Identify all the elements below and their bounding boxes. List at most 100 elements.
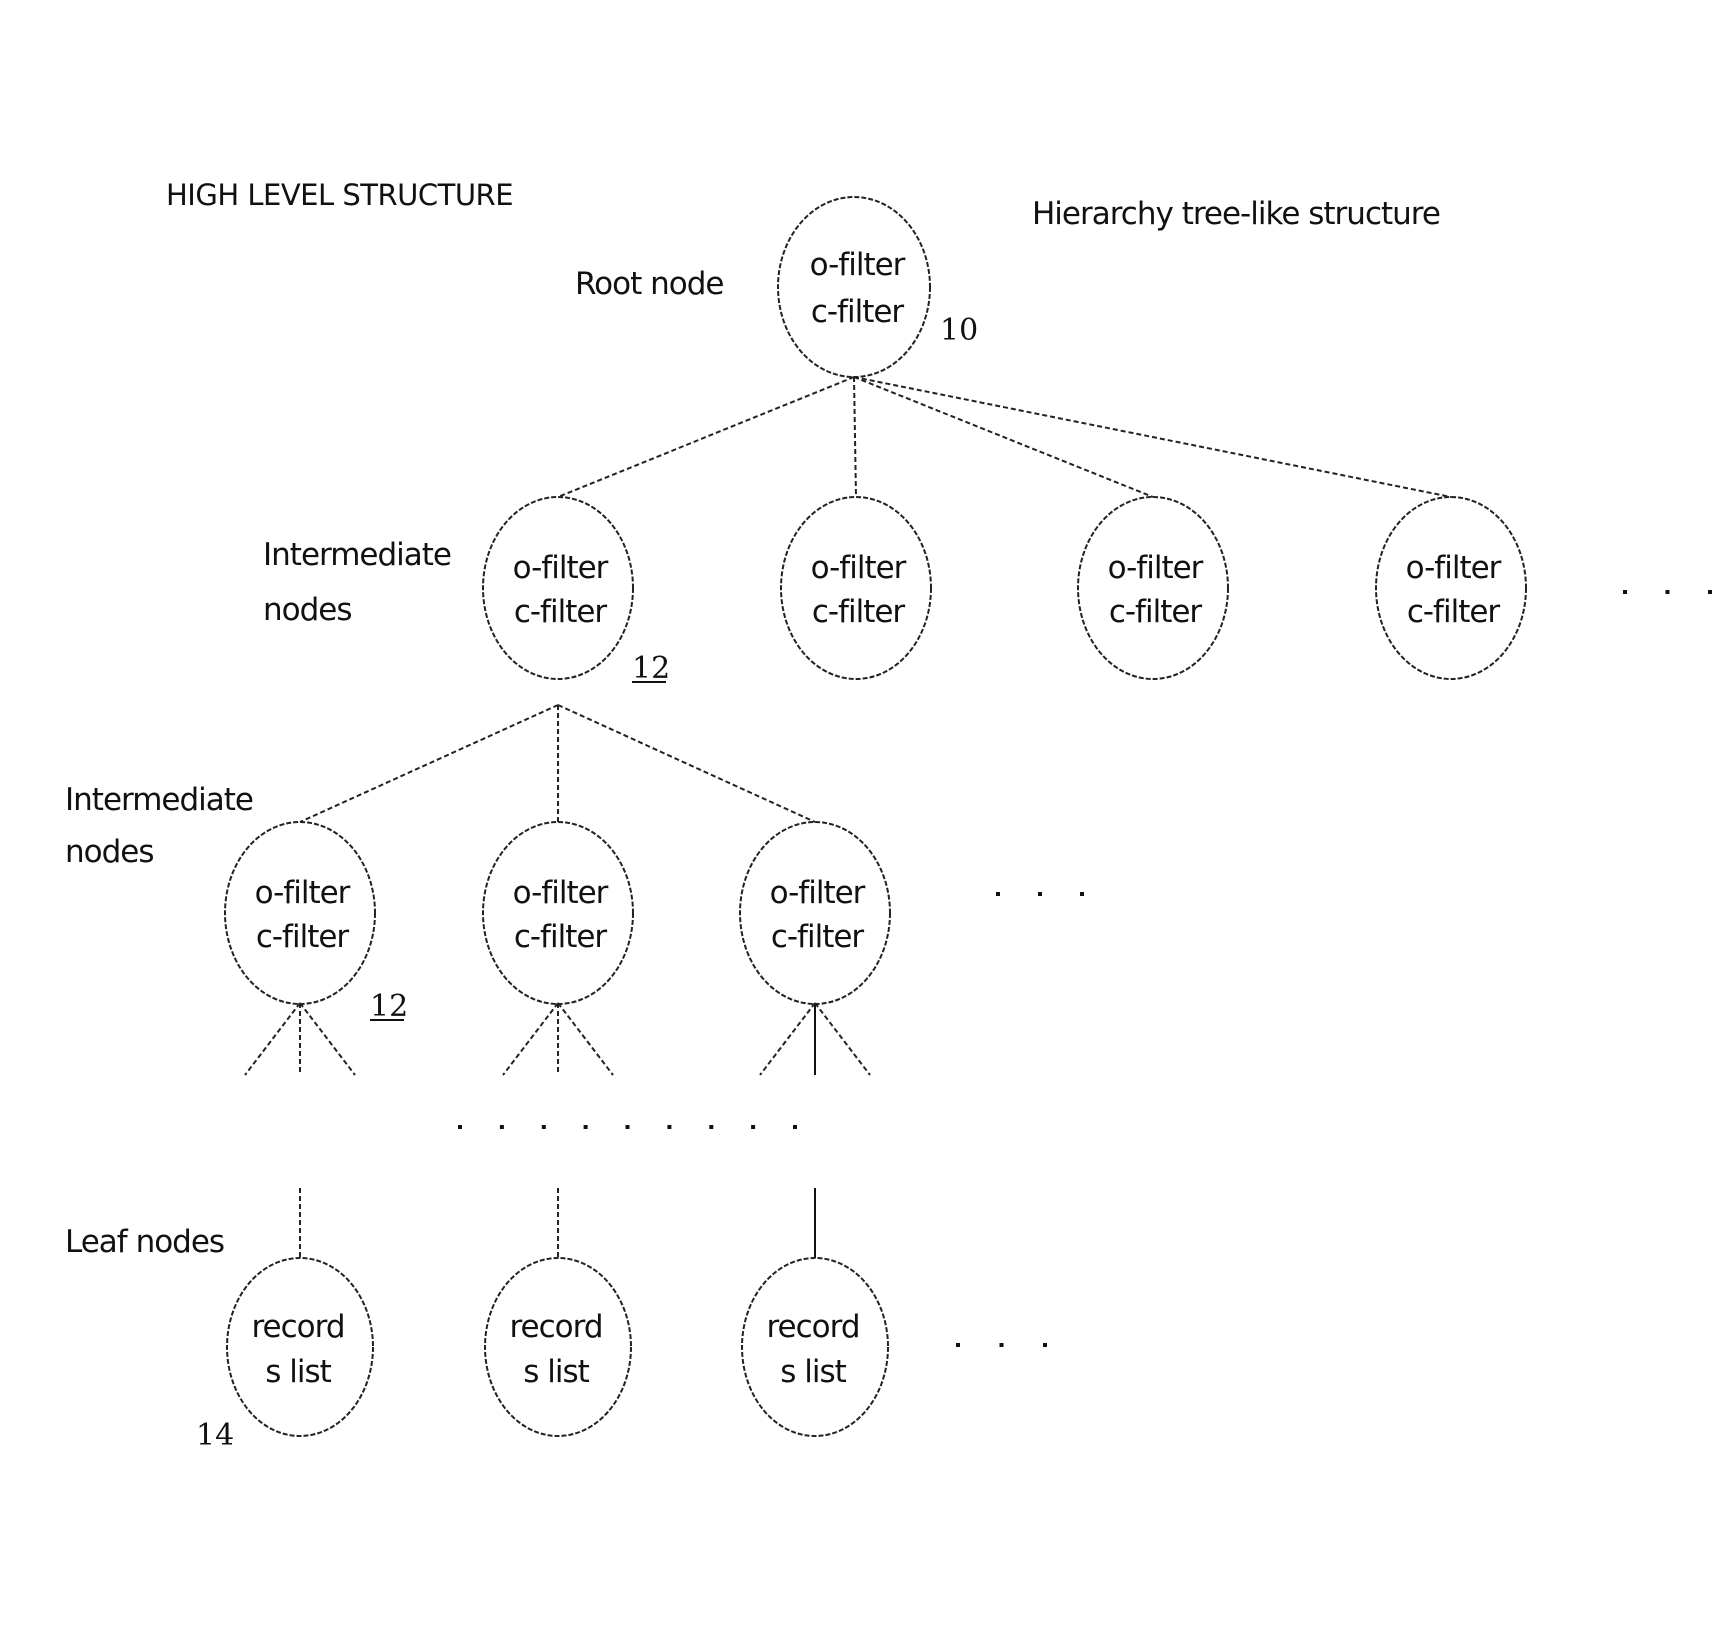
tree-diagram: HIGH LEVEL STRUCTURE Hierarchy tree-like…	[65, 178, 1712, 1453]
leaf-more-ellipsis	[956, 1343, 1047, 1347]
stub-group-2	[502, 1002, 614, 1076]
ellipsis-dot	[625, 1125, 630, 1129]
intermediate-node-ellipse	[780, 496, 932, 680]
node-c-filter: c-filter	[1109, 594, 1203, 630]
diagram-title: HIGH LEVEL STRUCTURE	[166, 178, 513, 212]
intermediate-level-1-label-line2: nodes	[263, 592, 352, 628]
depth-continuation-dots	[458, 1125, 797, 1129]
edge-root-to-l1-3	[853, 376, 1154, 498]
leaf-node-ellipse	[226, 1257, 374, 1437]
ref-number-leaf: 14	[196, 1418, 234, 1453]
edge-root-to-l1-2	[853, 376, 857, 498]
ellipsis-dot	[667, 1125, 672, 1129]
node-o-filter: o-filter	[1108, 550, 1204, 586]
stub-left	[244, 1002, 301, 1076]
ellipsis-dot	[1043, 1343, 1047, 1347]
intermediate-node-ellipse	[1375, 496, 1527, 680]
ref-number-root: 10	[940, 313, 978, 348]
leaf-node-ellipse	[741, 1257, 889, 1437]
ref-number-intermediate-1-text: 12	[632, 651, 670, 686]
intermediate-level-1-label-line1: Intermediate	[263, 537, 451, 573]
node-c-filter: c-filter	[812, 594, 906, 630]
stub-right	[299, 1002, 356, 1076]
ellipsis-dot	[793, 1125, 797, 1129]
ellipsis-dot	[709, 1125, 714, 1129]
stub-left	[502, 1002, 559, 1076]
root-node: o-filter c-filter	[777, 196, 931, 378]
ellipsis-dot	[751, 1125, 756, 1129]
ellipsis-dot	[956, 1343, 960, 1347]
stub-right	[814, 1002, 871, 1076]
node-c-filter: c-filter	[514, 594, 608, 630]
leaf-nodes-label: Leaf nodes	[65, 1224, 224, 1260]
intermediate-node-ellipse	[1077, 496, 1229, 680]
leaf-node: record s list	[226, 1257, 374, 1437]
edge-root-to-l1-1	[557, 376, 855, 498]
intermediate-node-ellipse	[224, 821, 376, 1005]
root-node-ellipse	[777, 196, 931, 378]
node-o-filter: o-filter	[1406, 550, 1502, 586]
level-2-child-stubs	[244, 1002, 871, 1076]
ref-number-leaf-text: 14	[196, 1418, 234, 1453]
leaf-node-line1: record	[251, 1309, 344, 1345]
edge-l1-to-l2-3	[557, 704, 816, 823]
root-node-o-filter: o-filter	[810, 247, 906, 283]
leaf-node-line2: s list	[523, 1354, 589, 1390]
leaf-node-line1: record	[766, 1309, 859, 1345]
node-o-filter: o-filter	[255, 875, 351, 911]
intermediate-node: o-filter c-filter	[224, 821, 376, 1005]
edge-root-to-l1-4	[853, 376, 1452, 498]
leaf-node-line2: s list	[265, 1354, 331, 1390]
stub-group-1	[244, 1002, 356, 1076]
stub-right	[557, 1002, 614, 1076]
ellipsis-dot	[1623, 590, 1627, 594]
intermediate-node: o-filter c-filter	[482, 496, 634, 680]
edge-l1-to-l2-1	[299, 704, 559, 823]
level-1-more-ellipsis	[1623, 590, 1712, 594]
leaf-node: record s list	[741, 1257, 889, 1437]
node-c-filter: c-filter	[256, 919, 350, 955]
intermediate-node-ellipse	[739, 821, 891, 1005]
leaf-node: record s list	[484, 1257, 632, 1437]
level-2-more-ellipsis	[996, 892, 1084, 896]
diagram-subtitle: Hierarchy tree-like structure	[1032, 196, 1440, 232]
leaf-node-line2: s list	[780, 1354, 846, 1390]
ellipsis-dot	[996, 892, 1000, 896]
leaf-node-ellipse	[484, 1257, 632, 1437]
edges-level-1-to-level-2	[299, 704, 816, 823]
node-c-filter: c-filter	[514, 919, 608, 955]
leaf-connectors	[299, 1188, 816, 1258]
ref-number-intermediate-2-text: 12	[370, 989, 408, 1024]
node-o-filter: o-filter	[770, 875, 866, 911]
ellipsis-dot	[1708, 590, 1712, 594]
ellipsis-dot	[458, 1125, 462, 1129]
ellipsis-dot	[1080, 892, 1084, 896]
intermediate-level-2-nodes: o-filter c-filter o-filter c-filter o-fi…	[224, 821, 891, 1005]
node-o-filter: o-filter	[513, 875, 609, 911]
ref-number-intermediate-2: 12	[370, 989, 408, 1024]
ellipsis-dot	[541, 1125, 546, 1129]
ellipsis-dot	[1665, 590, 1670, 594]
ellipsis-dot	[999, 1343, 1004, 1347]
node-c-filter: c-filter	[771, 919, 865, 955]
root-node-c-filter: c-filter	[811, 294, 905, 330]
edges-root-to-level-1	[557, 376, 1452, 498]
root-node-label: Root node	[575, 266, 723, 302]
intermediate-node: o-filter c-filter	[739, 821, 891, 1005]
leaf-node-line1: record	[509, 1309, 602, 1345]
leaf-nodes: record s list record s list record s lis…	[226, 1257, 889, 1437]
stub-left	[759, 1002, 816, 1076]
stub-group-3	[759, 1002, 871, 1076]
intermediate-node: o-filter c-filter	[1375, 496, 1527, 680]
node-o-filter: o-filter	[513, 550, 609, 586]
intermediate-level-2-label-line2: nodes	[65, 834, 154, 870]
ellipsis-dot	[499, 1125, 504, 1129]
intermediate-node: o-filter c-filter	[482, 821, 634, 1005]
node-o-filter: o-filter	[811, 550, 907, 586]
ref-number-root-text: 10	[940, 313, 978, 348]
intermediate-node: o-filter c-filter	[780, 496, 932, 680]
node-c-filter: c-filter	[1407, 594, 1501, 630]
ref-number-intermediate-1: 12	[632, 651, 670, 686]
intermediate-level-2-label-line1: Intermediate	[65, 782, 253, 818]
intermediate-node: o-filter c-filter	[1077, 496, 1229, 680]
